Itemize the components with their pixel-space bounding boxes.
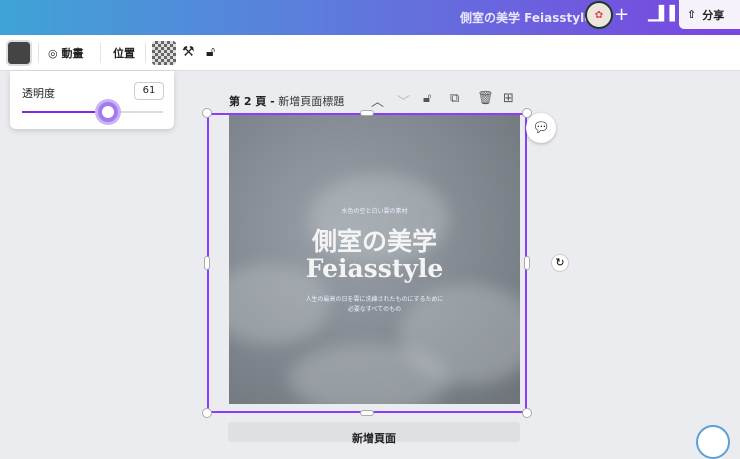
- position-button[interactable]: 位置: [113, 45, 135, 61]
- divider: [100, 43, 101, 63]
- color-swatch[interactable]: [6, 40, 32, 66]
- resize-handle[interactable]: [524, 256, 530, 270]
- slider-fill: [22, 111, 108, 113]
- animate-button[interactable]: ◎ 動畫: [48, 45, 83, 61]
- slider-thumb[interactable]: [98, 102, 118, 122]
- rotate-icon[interactable]: ↻: [551, 254, 569, 272]
- animate-label: 動畫: [61, 47, 84, 60]
- page-title-input[interactable]: 新增頁面標題: [278, 95, 344, 108]
- resize-handle[interactable]: [360, 110, 374, 116]
- transparency-popup: 透明度 61: [10, 71, 174, 129]
- transparency-icon[interactable]: [152, 41, 176, 65]
- upload-icon: ⇧: [687, 8, 697, 21]
- chevron-down-icon[interactable]: ﹀: [397, 91, 410, 110]
- page-number: 第 2 頁 -: [229, 95, 275, 108]
- editor-toolbar: ◎ 動畫 位置 ⚒ 🔓︎: [0, 35, 740, 71]
- page-header: 第 2 頁 - 新增頁面標題: [229, 93, 344, 109]
- transparency-label: 透明度: [22, 87, 55, 100]
- transparency-slider[interactable]: [22, 102, 163, 122]
- divider: [145, 43, 146, 63]
- insights-icon[interactable]: ▁▌▌: [648, 6, 680, 22]
- selection-box: [207, 113, 527, 413]
- duplicate-icon[interactable]: ⧉: [450, 91, 459, 106]
- avatar[interactable]: ✿: [585, 1, 613, 29]
- document-title[interactable]: 側室の美学 Feiasstyle: [460, 9, 592, 26]
- resize-handle[interactable]: [360, 410, 374, 416]
- help-button[interactable]: [696, 425, 730, 459]
- resize-handle[interactable]: [204, 256, 210, 270]
- lock-icon[interactable]: 🔓︎: [206, 44, 215, 60]
- resize-handle[interactable]: [202, 408, 212, 418]
- share-button[interactable]: ⇧ 分享: [679, 0, 740, 29]
- add-comment-icon[interactable]: 💬︎: [526, 113, 556, 143]
- transparency-input[interactable]: 61: [134, 82, 164, 100]
- add-collaborator-button[interactable]: +: [614, 4, 629, 25]
- trash-icon[interactable]: 🗑︎: [477, 91, 494, 106]
- resize-handle[interactable]: [522, 408, 532, 418]
- top-bar: 側室の美学 Feiasstyle ✿ + ▁▌▌ ⇧ 分享: [0, 0, 740, 35]
- animate-icon: ◎: [48, 47, 58, 60]
- paint-roller-icon[interactable]: ⚒: [182, 44, 195, 60]
- share-label: 分享: [702, 8, 725, 22]
- add-page-button[interactable]: 新增頁面: [228, 422, 520, 445]
- resize-handle[interactable]: [202, 108, 212, 118]
- lock-icon[interactable]: 🔓︎: [423, 91, 431, 106]
- add-page-icon[interactable]: ⊞: [503, 91, 514, 106]
- divider: [38, 43, 39, 63]
- chevron-up-icon[interactable]: ︿: [371, 91, 384, 110]
